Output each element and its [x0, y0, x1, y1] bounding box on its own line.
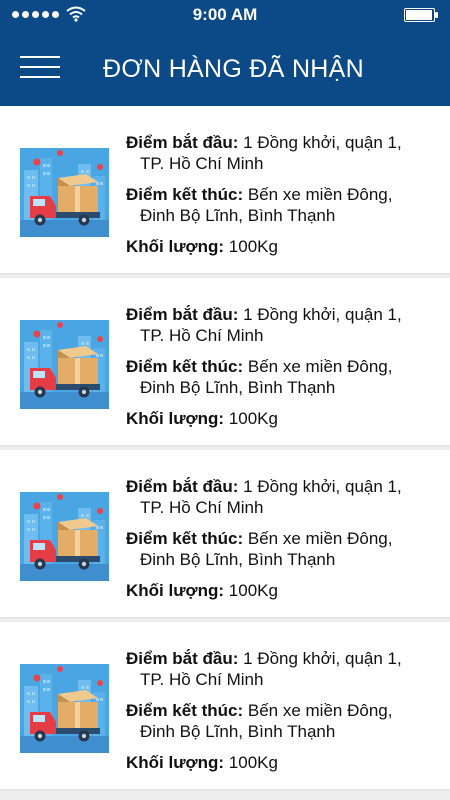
start-label: Điểm bắt đầu:: [126, 649, 239, 668]
end-point: Điểm kết thúc: Bến xe miền Đông, Đinh Bộ…: [126, 184, 436, 226]
start-address-line2: TP. Hồ Chí Minh: [140, 670, 264, 689]
delivery-truck-icon: [20, 492, 109, 581]
app-header: 9:00 AM ĐƠN HÀNG ĐÃ NHẬN: [0, 0, 450, 106]
status-time: 9:00 AM: [192, 5, 258, 24]
hamburger-menu-icon[interactable]: [20, 52, 62, 82]
weight: Khối lượng: 100Kg: [126, 408, 436, 429]
delivery-truck-icon: [20, 320, 109, 409]
weight-value: 100Kg: [228, 753, 278, 772]
start-address-line1: 1 Đồng khởi, quận 1,: [243, 133, 402, 152]
start-address-line2: TP. Hồ Chí Minh: [140, 498, 264, 517]
start-label: Điểm bắt đầu:: [126, 477, 239, 496]
end-point: Điểm kết thúc: Bến xe miền Đông, Đinh Bộ…: [126, 700, 436, 742]
battery-icon: [404, 8, 438, 22]
end-point: Điểm kết thúc: Bến xe miền Đông, Đinh Bộ…: [126, 356, 436, 398]
end-label: Điểm kết thúc:: [126, 185, 244, 204]
order-info: Điểm bắt đầu: 1 Đồng khởi, quận 1, TP. H…: [126, 304, 436, 439]
weight: Khối lượng: 100Kg: [126, 752, 436, 773]
end-address-line1: Bến xe miền Đông,: [247, 357, 393, 376]
start-label: Điểm bắt đầu:: [126, 133, 239, 152]
start-address-line2: TP. Hồ Chí Minh: [140, 154, 264, 173]
order-info: Điểm bắt đầu: 1 Đồng khởi, quận 1, TP. H…: [126, 648, 436, 783]
start-point: Điểm bắt đầu: 1 Đồng khởi, quận 1, TP. H…: [126, 648, 436, 690]
end-address-line1: Bến xe miền Đông,: [247, 529, 393, 548]
order-card[interactable]: Điểm bắt đầu: 1 Đồng khởi, quận 1, TP. H…: [0, 278, 450, 445]
order-card[interactable]: Điểm bắt đầu: 1 Đồng khởi, quận 1, TP. H…: [0, 106, 450, 273]
end-address-line2: Đinh Bộ Lĩnh, Bình Thạnh: [140, 550, 336, 569]
order-card[interactable]: Điểm bắt đầu: 1 Đồng khởi, quận 1, TP. H…: [0, 622, 450, 789]
order-card[interactable]: Điểm bắt đầu: 1 Đồng khởi, quận 1, TP. H…: [0, 450, 450, 617]
end-point: Điểm kết thúc: Bến xe miền Đông, Đinh Bộ…: [126, 528, 436, 570]
delivery-truck-icon: [20, 664, 109, 753]
start-address-line1: 1 Đồng khởi, quận 1,: [243, 305, 402, 324]
weight-value: 100Kg: [228, 581, 278, 600]
start-label: Điểm bắt đầu:: [126, 305, 239, 324]
page-title: ĐƠN HÀNG ĐÃ NHẬN: [103, 55, 364, 83]
weight-label: Khối lượng:: [126, 409, 225, 428]
weight-value: 100Kg: [228, 409, 278, 428]
end-address-line2: Đinh Bộ Lĩnh, Bình Thạnh: [140, 206, 336, 225]
start-point: Điểm bắt đầu: 1 Đồng khởi, quận 1, TP. H…: [126, 304, 436, 346]
weight-label: Khối lượng:: [126, 237, 225, 256]
start-point: Điểm bắt đầu: 1 Đồng khởi, quận 1, TP. H…: [126, 132, 436, 174]
end-label: Điểm kết thúc:: [126, 357, 244, 376]
end-label: Điểm kết thúc:: [126, 701, 244, 720]
weight-label: Khối lượng:: [126, 581, 225, 600]
order-info: Điểm bắt đầu: 1 Đồng khởi, quận 1, TP. H…: [126, 132, 436, 267]
weight: Khối lượng: 100Kg: [126, 580, 436, 601]
status-bar: 9:00 AM: [0, 0, 450, 30]
start-address-line1: 1 Đồng khởi, quận 1,: [243, 477, 402, 496]
end-address-line1: Bến xe miền Đông,: [247, 185, 393, 204]
weight-value: 100Kg: [228, 237, 278, 256]
end-address-line1: Bến xe miền Đông,: [247, 701, 393, 720]
end-address-line2: Đinh Bộ Lĩnh, Bình Thạnh: [140, 378, 336, 397]
order-info: Điểm bắt đầu: 1 Đồng khởi, quận 1, TP. H…: [126, 476, 436, 611]
start-address-line1: 1 Đồng khởi, quận 1,: [243, 649, 402, 668]
delivery-truck-icon: [20, 148, 109, 237]
end-label: Điểm kết thúc:: [126, 529, 244, 548]
start-address-line2: TP. Hồ Chí Minh: [140, 326, 264, 345]
weight: Khối lượng: 100Kg: [126, 236, 436, 257]
start-point: Điểm bắt đầu: 1 Đồng khởi, quận 1, TP. H…: [126, 476, 436, 518]
weight-label: Khối lượng:: [126, 753, 225, 772]
end-address-line2: Đinh Bộ Lĩnh, Bình Thạnh: [140, 722, 336, 741]
